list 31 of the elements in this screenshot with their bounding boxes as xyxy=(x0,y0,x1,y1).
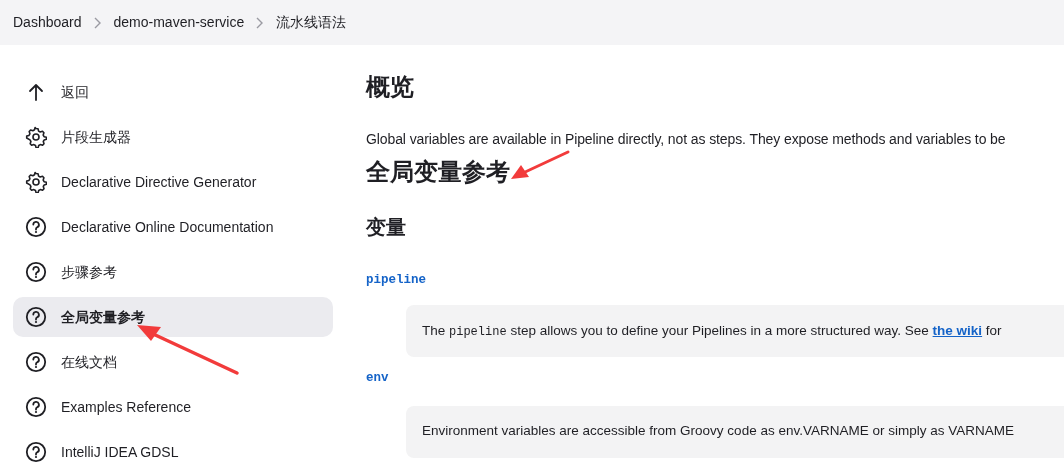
sidebar-item[interactable]: Examples Reference xyxy=(13,387,333,427)
variable-name: env xyxy=(366,369,389,387)
sidebar-item[interactable]: 片段生成器 xyxy=(13,117,333,157)
sidebar-item[interactable]: IntelliJ IDEA GDSL xyxy=(13,432,333,463)
breadcrumb-link[interactable]: Dashboard xyxy=(13,12,82,33)
settings-icon xyxy=(25,171,47,193)
page-heading: 概览 xyxy=(366,75,415,99)
subsection-heading: 变量 xyxy=(366,215,407,239)
breadcrumb-link[interactable]: demo-maven-service xyxy=(113,12,245,33)
sidebar-item[interactable]: 返回 xyxy=(13,72,333,112)
chevron-icon xyxy=(93,16,102,29)
intro-text: Global variables are available in Pipeline directly, not as steps. They expose methods and variables to be xyxy=(366,130,1007,149)
sidebar-item[interactable]: Declarative Online Documentation xyxy=(13,207,333,247)
help-icon xyxy=(25,396,47,418)
help-icon xyxy=(25,216,47,238)
variable-name: pipeline xyxy=(366,272,426,289)
help-icon xyxy=(25,306,47,328)
help-icon xyxy=(25,441,47,463)
wiki-link[interactable]: the wiki xyxy=(932,322,983,338)
chevron-icon xyxy=(256,16,265,29)
description-text: Environment variables are accessible from Groovy code as env.VARNAME or simply as VARNAME xyxy=(422,422,1014,441)
sidebar-item[interactable]: 在线文档 xyxy=(13,342,333,382)
breadcrumb-current[interactable]: 流水线语法 xyxy=(276,12,347,33)
section-heading: 全局变量参考 xyxy=(366,160,510,184)
sidebar-item[interactable]: 全局变量参考 xyxy=(13,297,333,337)
sidebar-item[interactable]: 步骤参考 xyxy=(13,252,333,292)
settings-icon xyxy=(25,126,47,148)
sidebar-item[interactable]: Declarative Directive Generator xyxy=(13,162,333,202)
help-icon xyxy=(25,351,47,373)
help-icon xyxy=(25,261,47,283)
description-text: The pipeline step allows you to define your Pipelines in a more structured way. See the wiki for xyxy=(422,321,1002,341)
